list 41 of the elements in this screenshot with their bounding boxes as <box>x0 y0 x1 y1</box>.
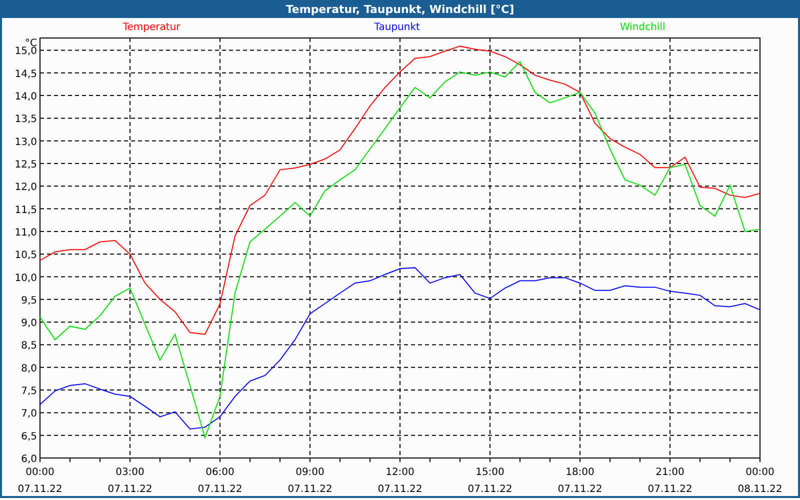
x-tick-label: 00:00 <box>746 467 774 478</box>
y-tick-label: 9,0 <box>21 318 37 330</box>
y-tick-label: 11,0 <box>14 227 37 238</box>
y-tick-label: 7,5 <box>21 386 37 398</box>
x-tick-label: 00:00 <box>26 467 54 478</box>
legend-label: Taupunkt <box>374 22 420 33</box>
x-tick-label: 07.11.22 <box>468 484 512 495</box>
window-title: Temperatur, Taupunkt, Windchill [°C] <box>286 2 514 16</box>
x-tick-label: 07.11.22 <box>558 484 602 495</box>
y-tick-label: 11,5 <box>14 204 37 216</box>
x-tick-label: 09:00 <box>296 467 324 478</box>
y-tick-label: 7,0 <box>21 408 37 420</box>
legend-label: Windchill <box>620 22 666 33</box>
y-tick-label: 10,5 <box>14 250 37 262</box>
y-tick-label: 12,5 <box>14 160 37 170</box>
y-tick-label: 8,5 <box>21 340 37 352</box>
x-tick-label: 07.11.22 <box>378 484 422 495</box>
y-tick-label: 12,0 <box>14 182 37 194</box>
y-tick-label: 10,0 <box>14 272 37 284</box>
x-tick-label: 08.11.22 <box>738 484 782 495</box>
y-tick-label: 9,5 <box>21 295 37 306</box>
x-tick-label: 07.11.22 <box>288 484 332 495</box>
y-tick-label: 13,0 <box>14 136 37 148</box>
x-tick-label: 07.11.22 <box>18 484 62 495</box>
x-tick-label: 07.11.22 <box>108 484 152 495</box>
x-tick-label: 21:00 <box>656 467 684 478</box>
y-tick-label: 8,0 <box>21 363 37 374</box>
x-tick-label: 18:00 <box>566 467 594 478</box>
x-tick-label: 07.11.22 <box>648 484 692 495</box>
x-tick-label: 06:00 <box>206 467 234 478</box>
legend-label: Temperatur <box>122 22 180 33</box>
x-tick-label: 12:00 <box>386 467 414 478</box>
x-tick-label: 07.11.22 <box>198 484 242 495</box>
y-tick-label: 14,0 <box>14 92 37 103</box>
y-tick-label: 14,5 <box>14 68 37 80</box>
y-tick-label: 6,0 <box>21 454 37 465</box>
x-tick-label: 15:00 <box>476 467 504 478</box>
x-tick-label: 03:00 <box>116 467 144 478</box>
y-tick-label: 13,5 <box>14 114 37 126</box>
y-tick-label: 15,0 <box>14 46 37 58</box>
y-tick-label: 6,5 <box>21 431 37 442</box>
